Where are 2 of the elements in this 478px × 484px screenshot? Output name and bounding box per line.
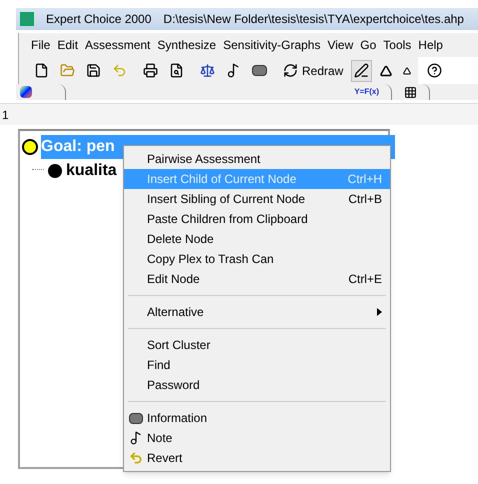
file-path: D:\tesis\New Folder\tesis\tesis\TYA\expertchoice\tes.ahp <box>163 11 464 28</box>
window-title: Expert Choice 2000 <box>46 11 152 28</box>
